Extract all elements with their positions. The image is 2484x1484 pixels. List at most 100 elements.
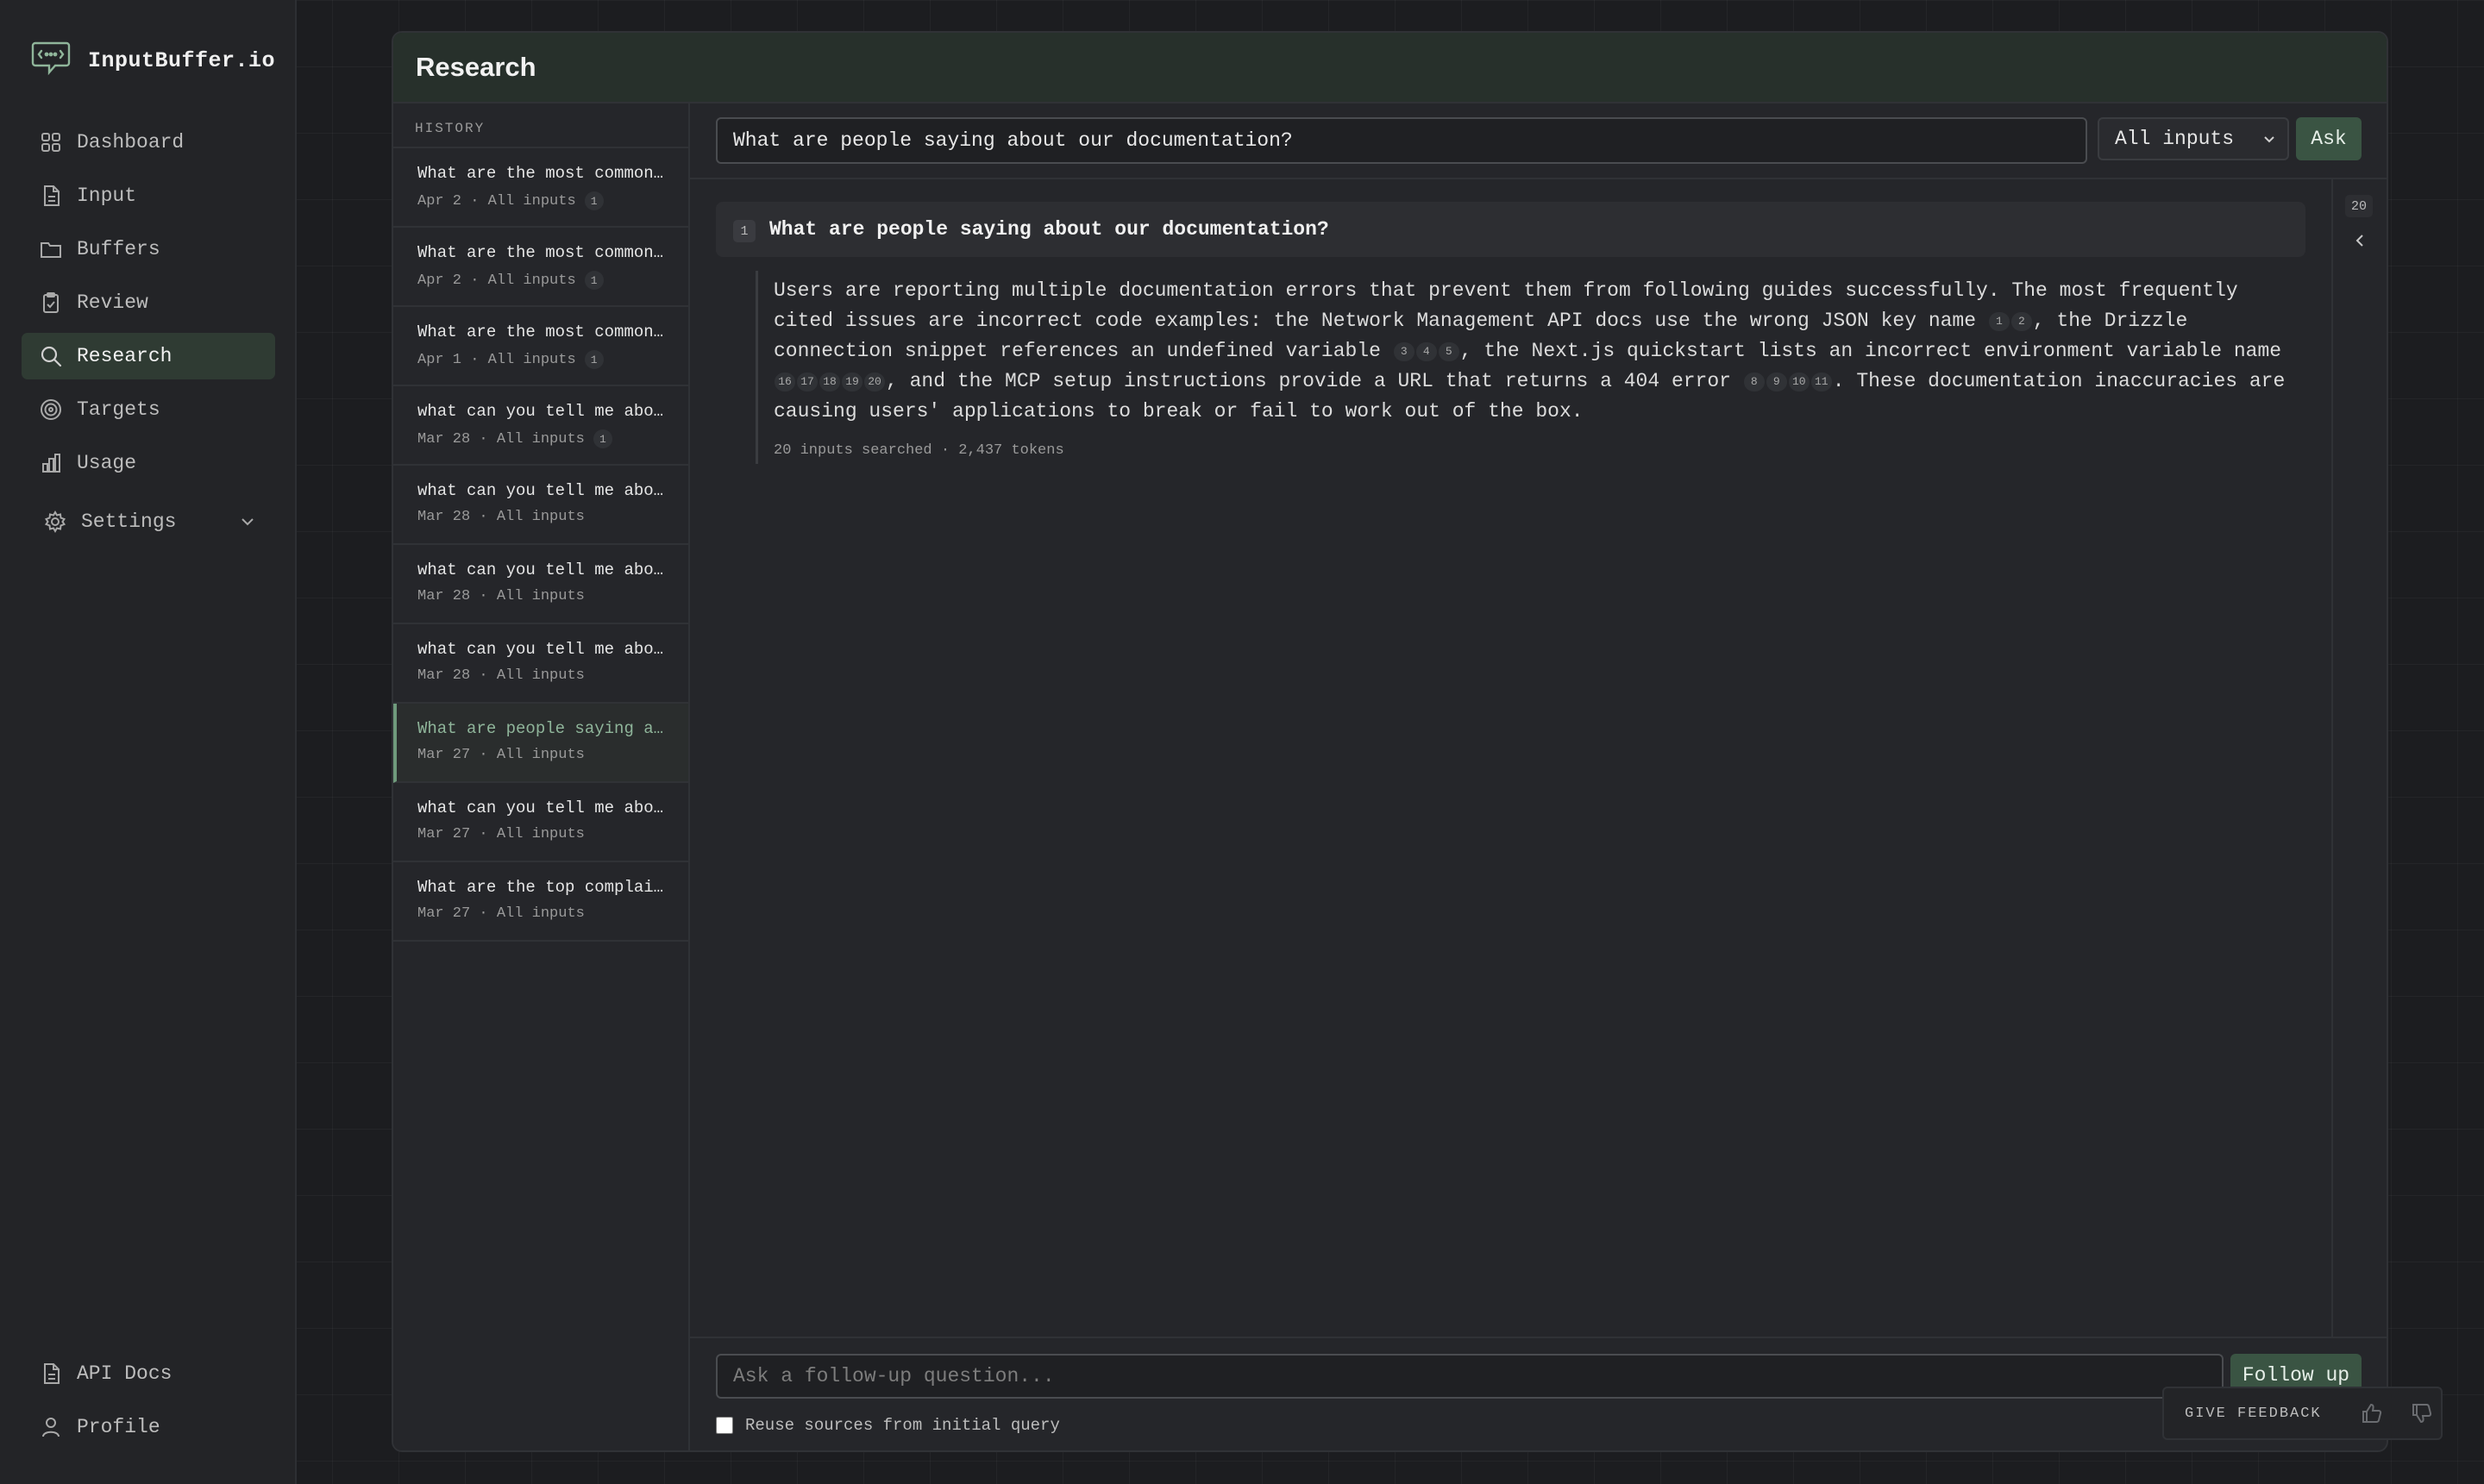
history-meta: Apr 2 · All inputs 1 <box>417 271 671 290</box>
search-icon <box>39 344 63 368</box>
citation-chip[interactable]: 1 <box>1988 312 2010 331</box>
bottom-nav: API Docs Profile <box>22 1350 275 1457</box>
grid-icon <box>39 130 63 154</box>
citation-chip[interactable]: 3 <box>1393 342 1414 361</box>
nav-label: Buffers <box>77 238 160 260</box>
nav-item-dashboard[interactable]: Dashboard <box>22 119 275 166</box>
history-date: Mar 28 <box>417 430 471 448</box>
research-main: All inputs Ask 1 What are people saying … <box>690 103 2387 1450</box>
history-question: What are the top complaints from users? <box>417 878 671 897</box>
history-item[interactable]: What are the most common issues reported… <box>393 148 688 228</box>
citation-chip[interactable]: 19 <box>842 373 862 391</box>
citation-chip[interactable]: 18 <box>819 373 840 391</box>
gear-icon <box>43 510 67 534</box>
citation-chip[interactable]: 16 <box>775 373 795 391</box>
citation-chip[interactable]: 4 <box>1415 342 1437 361</box>
nav-item-targets[interactable]: Targets <box>22 386 275 433</box>
nav-item-buffers[interactable]: Buffers <box>22 226 275 272</box>
history-item[interactable]: what can you tell me about our users? Ma… <box>393 624 688 704</box>
followup-input[interactable] <box>716 1354 2224 1399</box>
history-date: Apr 2 <box>417 272 462 289</box>
sources-count-badge[interactable]: 20 <box>2345 195 2373 217</box>
citation-chip[interactable]: 2 <box>2010 312 2032 331</box>
question-text: What are people saying about our documen… <box>769 218 1329 241</box>
history-item[interactable]: what can you tell me about our users? Ma… <box>393 545 688 624</box>
history-item[interactable]: What are the most common issues reported… <box>393 307 688 386</box>
citation-chip[interactable]: 10 <box>1788 373 1810 391</box>
nav-item-review[interactable]: Review <box>22 279 275 326</box>
nav-item-research[interactable]: Research <box>22 333 275 379</box>
history-item-active[interactable]: What are people saying about our documen… <box>393 704 688 783</box>
history-meta: Mar 27 · All inputs <box>417 747 585 763</box>
history-scope: All inputs <box>496 509 585 525</box>
answer-meta: 20 inputs searched · 2,437 tokens <box>774 442 1064 459</box>
history-item[interactable]: What are the top complaints from users? … <box>393 862 688 942</box>
history-scope: All inputs <box>496 588 585 604</box>
ask-button[interactable]: Ask <box>2296 117 2362 160</box>
history-item[interactable]: What are the most common issues reported… <box>393 228 688 307</box>
history-scope: All inputs <box>496 667 585 684</box>
history-meta: Mar 28 · All inputs <box>417 509 585 525</box>
nav-label: Targets <box>77 398 160 421</box>
reuse-sources-checkbox[interactable] <box>716 1417 733 1434</box>
nav-item-profile[interactable]: Profile <box>22 1404 275 1450</box>
citation-chip[interactable]: 11 <box>1810 373 1832 391</box>
nav-label: Research <box>77 345 172 367</box>
history-question: what can you tell me about our users? <box>417 798 671 817</box>
answer-area: 1 What are people saying about our docum… <box>690 179 2331 1337</box>
history-question: What are people saying about our documen… <box>417 719 671 738</box>
citation-chip[interactable]: 9 <box>1766 373 1787 391</box>
thumbs-up-icon[interactable] <box>2360 1401 2384 1425</box>
clipboard-icon <box>39 291 63 315</box>
question-card: 1 What are people saying about our docum… <box>716 202 2305 257</box>
sidebar: InputBuffer.io Dashboard Input Buffers R… <box>0 0 297 1484</box>
query-input[interactable] <box>716 117 2087 164</box>
answer-segment: , the Next.js quickstart lists an incorr… <box>1459 340 2282 362</box>
history-question: what can you tell me about our users? <box>417 560 671 579</box>
history-scope: All inputs <box>487 272 576 289</box>
settings-group: Settings <box>22 498 275 552</box>
history-scope: All inputs <box>496 826 585 842</box>
nav-label: Input <box>77 185 137 207</box>
reuse-sources-option[interactable]: Reuse sources from initial query <box>716 1416 1060 1435</box>
history-meta: Mar 28 · All inputs <box>417 588 585 604</box>
history-item[interactable]: what can you tell me about our users? Ma… <box>393 783 688 862</box>
history-item[interactable]: what can you tell me about our users? Ma… <box>393 466 688 545</box>
give-feedback-button[interactable]: GIVE FEEDBACK <box>2185 1406 2322 1422</box>
reuse-sources-label: Reuse sources from initial query <box>745 1416 1060 1435</box>
citation-chip[interactable]: 20 <box>864 373 885 391</box>
answer-block: Users are reporting multiple documentati… <box>756 271 2305 464</box>
history-question: What are the most common issues reported… <box>417 243 671 262</box>
query-bar: All inputs Ask <box>690 103 2387 179</box>
bar-chart-icon <box>39 451 63 475</box>
user-icon <box>39 1415 63 1439</box>
research-panel: Research HISTORY What are the most commo… <box>392 31 2388 1452</box>
history-scope: All inputs <box>487 351 576 368</box>
nav-item-settings[interactable]: Settings <box>22 498 275 545</box>
thumbs-down-icon[interactable] <box>2410 1401 2434 1425</box>
chevron-left-icon[interactable] <box>2350 231 2369 250</box>
scope-select[interactable]: All inputs <box>2098 117 2289 160</box>
citation-chip[interactable]: 8 <box>1743 373 1765 391</box>
folder-icon <box>39 237 63 261</box>
nav-label: Review <box>77 291 148 314</box>
history-scope: All inputs <box>487 192 576 210</box>
citation-chip[interactable]: 5 <box>1438 342 1459 361</box>
nav-item-input[interactable]: Input <box>22 172 275 219</box>
history-item[interactable]: what can you tell me about our users? Ma… <box>393 386 688 466</box>
history-scope: All inputs <box>496 430 585 448</box>
history-scope: All inputs <box>496 747 585 763</box>
history-date: Apr 1 <box>417 351 462 368</box>
followup-count-badge: 1 <box>584 350 604 369</box>
brand-name: InputBuffer.io <box>88 48 276 73</box>
citation-chip[interactable]: 17 <box>797 373 818 391</box>
history-meta: Mar 28 · All inputs 1 <box>417 429 671 448</box>
answer-segment: , and the MCP setup instructions provide… <box>886 370 1743 392</box>
history-date: Mar 28 <box>417 509 471 525</box>
nav-label: Dashboard <box>77 131 185 153</box>
followup-count-badge: 1 <box>593 429 612 448</box>
nav-item-usage[interactable]: Usage <box>22 440 275 486</box>
history-meta: Mar 28 · All inputs <box>417 667 585 684</box>
nav-item-api-docs[interactable]: API Docs <box>22 1350 275 1397</box>
brand[interactable]: InputBuffer.io <box>31 40 275 82</box>
